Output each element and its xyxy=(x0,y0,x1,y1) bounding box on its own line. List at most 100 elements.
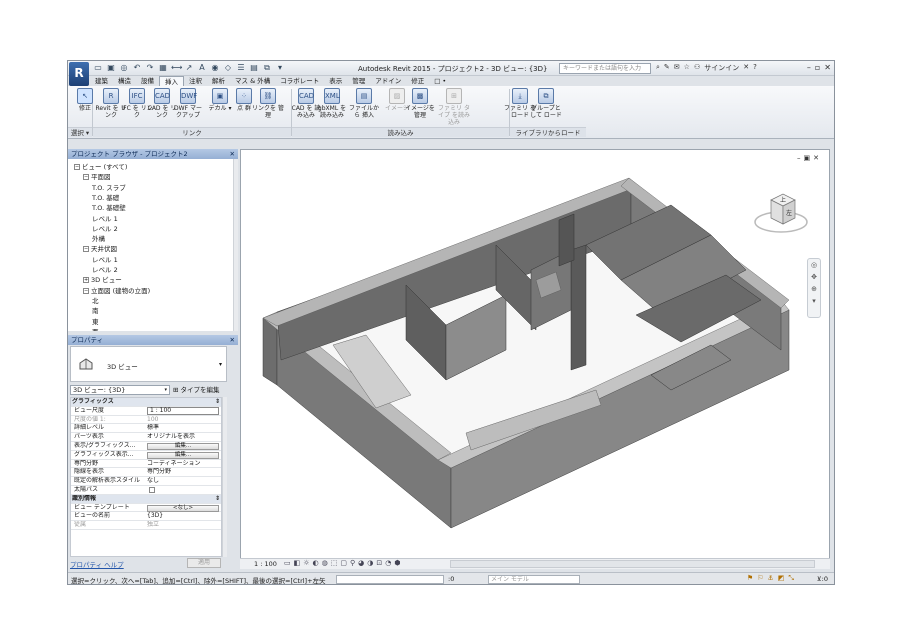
tab-2[interactable]: 設備 xyxy=(136,76,159,86)
select-links-icon[interactable]: ⚑ xyxy=(747,574,753,583)
temp-hide-icon[interactable]: ◕ xyxy=(358,559,364,567)
text-icon[interactable]: A xyxy=(197,63,207,73)
section-icon[interactable]: ☰ xyxy=(236,63,246,73)
expand-toggle-icon[interactable]: − xyxy=(83,287,89,294)
zoom-icon[interactable]: ⊕ xyxy=(808,283,820,295)
exchange-icon[interactable]: ✕ xyxy=(743,63,749,73)
close-hidden-icon[interactable]: ⧉ xyxy=(262,63,272,73)
apply-button[interactable]: 適用 xyxy=(187,558,221,568)
ribbon-button-13[interactable]: ⊞ ファミリ タイプ を読み込み xyxy=(438,88,470,126)
tab-11[interactable]: 修正 xyxy=(406,76,429,86)
ribbon-button-15[interactable]: ⧉ グループとして ロード xyxy=(530,88,562,126)
filter-count[interactable]: ⊻:0 xyxy=(817,575,828,583)
close-icon[interactable]: ✕ xyxy=(230,335,235,345)
search-input[interactable]: キーワードまたは語句を入力 xyxy=(559,63,651,74)
property-value[interactable]: コーディネーション xyxy=(147,460,221,468)
subscription-icon[interactable]: ✎ xyxy=(664,63,670,73)
type-selector[interactable]: 3D ビュー ▾ xyxy=(70,346,227,382)
scale-input[interactable]: 1 : 100 xyxy=(147,406,219,415)
signin-button[interactable]: サインイン xyxy=(704,63,739,73)
tab-0[interactable]: 建築 xyxy=(90,76,113,86)
property-value[interactable]: なし xyxy=(147,477,221,485)
project-browser-scrollbar[interactable] xyxy=(233,159,238,331)
tree-item[interactable]: 外構 xyxy=(92,233,105,243)
tab-3[interactable]: 挿入 xyxy=(159,76,184,86)
tree-item[interactable]: − ビュー (すべて) xyxy=(74,161,127,171)
expand-toggle-icon[interactable]: − xyxy=(83,174,89,181)
property-value[interactable]: 独立 xyxy=(147,521,221,529)
ribbon-button-10[interactable]: ▤ ファイルから 挿入 xyxy=(348,88,380,126)
measure-icon[interactable]: ⟷ xyxy=(171,63,182,73)
property-value[interactable]: 標準 xyxy=(147,424,221,432)
tab-8[interactable]: 表示 xyxy=(324,76,347,86)
close-icon[interactable]: ✕ xyxy=(230,149,235,159)
show-crop-icon[interactable]: ▢ xyxy=(340,559,347,567)
minimize-button[interactable]: – xyxy=(807,63,811,72)
view-selector-dropdown[interactable]: 3D ビュー: {3D} ▾ xyxy=(70,385,170,395)
drag-elements-icon[interactable]: ⤡ xyxy=(788,574,794,583)
property-group[interactable]: 識別情報 ⇕ xyxy=(71,494,221,504)
tree-item[interactable]: +3D ビュー xyxy=(83,274,122,284)
tab-7[interactable]: コラボレート xyxy=(275,76,324,86)
steering-wheel-icon[interactable]: ◎ xyxy=(808,259,820,271)
collapse-icon[interactable]: ⇕ xyxy=(215,495,220,503)
detail-level-icon[interactable]: ▭ xyxy=(284,559,291,567)
redo-icon[interactable]: ↷ xyxy=(145,63,155,73)
property-value[interactable]: 専門分野 xyxy=(147,468,221,476)
properties-help-link[interactable]: プロパティ ヘルプ xyxy=(70,559,124,569)
visual-style-icon[interactable]: ◧ xyxy=(294,559,301,567)
select-pinned-icon[interactable]: ⚓ xyxy=(767,574,773,583)
open-icon[interactable]: ▭ xyxy=(93,63,103,73)
tree-item[interactable]: レベル 1 xyxy=(92,254,118,264)
collapse-icon[interactable]: ⇕ xyxy=(215,398,220,406)
save-icon[interactable]: ▣ xyxy=(106,63,116,73)
expand-toggle-icon[interactable]: − xyxy=(83,246,89,253)
3d-viewport[interactable]: – ▣ ✕ 上 左 ◎ ✥ ⊕ ▾ xyxy=(240,149,830,569)
tab-9[interactable]: 管理 xyxy=(347,76,370,86)
ribbon-button-12[interactable]: ▩ イメージを 管理 xyxy=(404,88,436,126)
analytical-model-icon[interactable]: ⊡ xyxy=(376,559,382,567)
tag-icon[interactable]: ◉ xyxy=(210,63,220,73)
restore-button[interactable]: ▫ xyxy=(815,63,820,72)
view-scale[interactable]: 1 : 100 xyxy=(254,560,277,568)
navbar-dropdown-icon[interactable]: ▾ xyxy=(808,295,820,307)
tree-item[interactable]: レベル 1 xyxy=(92,213,118,223)
crop-view-icon[interactable]: ⬚ xyxy=(331,559,338,567)
tree-item[interactable]: − 平面図 xyxy=(83,171,111,181)
edit-button[interactable]: 編集... xyxy=(147,443,219,450)
tree-item[interactable]: 西 xyxy=(92,326,99,331)
chevron-down-icon[interactable]: ▾ xyxy=(164,386,167,394)
property-group[interactable]: グラフィックス ⇕ xyxy=(71,398,221,407)
expand-toggle-icon[interactable]: + xyxy=(83,277,89,284)
design-option-dropdown[interactable]: メイン モデル xyxy=(488,575,580,584)
worksharing-icon[interactable]: ⬢ xyxy=(394,559,400,567)
highlight-icon[interactable]: ◔ xyxy=(385,559,391,567)
communication-icon[interactable]: ✉ xyxy=(674,63,680,73)
edit-button[interactable]: <なし> xyxy=(147,504,219,512)
tree-item[interactable]: 東 xyxy=(92,316,99,326)
tree-item[interactable]: T.O. 基礎壁 xyxy=(92,202,126,212)
expand-toggle-icon[interactable]: − xyxy=(74,164,80,170)
help-button[interactable]: ? xyxy=(753,63,757,73)
viewport-horizontal-scrollbar[interactable] xyxy=(450,560,815,568)
workset-field[interactable] xyxy=(336,575,444,584)
tab-12[interactable]: □ • xyxy=(429,76,451,86)
panel-select[interactable]: 選択 ▾ xyxy=(68,127,92,137)
properties-scrollbar[interactable] xyxy=(222,397,227,557)
sun-path-icon[interactable]: ☼ xyxy=(303,559,309,567)
select-underlay-icon[interactable]: ⚐ xyxy=(757,574,763,583)
ribbon-button-9[interactable]: XML gbXML を 読み込み xyxy=(316,88,348,126)
thin-lines-icon[interactable]: ▤ xyxy=(249,63,259,73)
chevron-down-icon[interactable]: ▾ xyxy=(219,361,222,368)
tab-5[interactable]: 解析 xyxy=(207,76,230,86)
edit-button[interactable]: 編集... xyxy=(147,451,219,459)
3d-view-icon[interactable]: ◇ xyxy=(223,63,233,73)
print-icon[interactable]: ▦ xyxy=(158,63,168,73)
unlocked-3d-icon[interactable]: ⚲ xyxy=(350,559,355,567)
application-menu-button[interactable]: R xyxy=(69,62,89,86)
dimension-icon[interactable]: ↗ xyxy=(184,63,194,73)
tab-6[interactable]: マス & 外構 xyxy=(230,76,275,86)
tree-item[interactable]: レベル 2 xyxy=(92,223,118,233)
render-icon[interactable]: ◍ xyxy=(322,559,328,567)
favorites-icon[interactable]: ☆ xyxy=(684,63,690,73)
